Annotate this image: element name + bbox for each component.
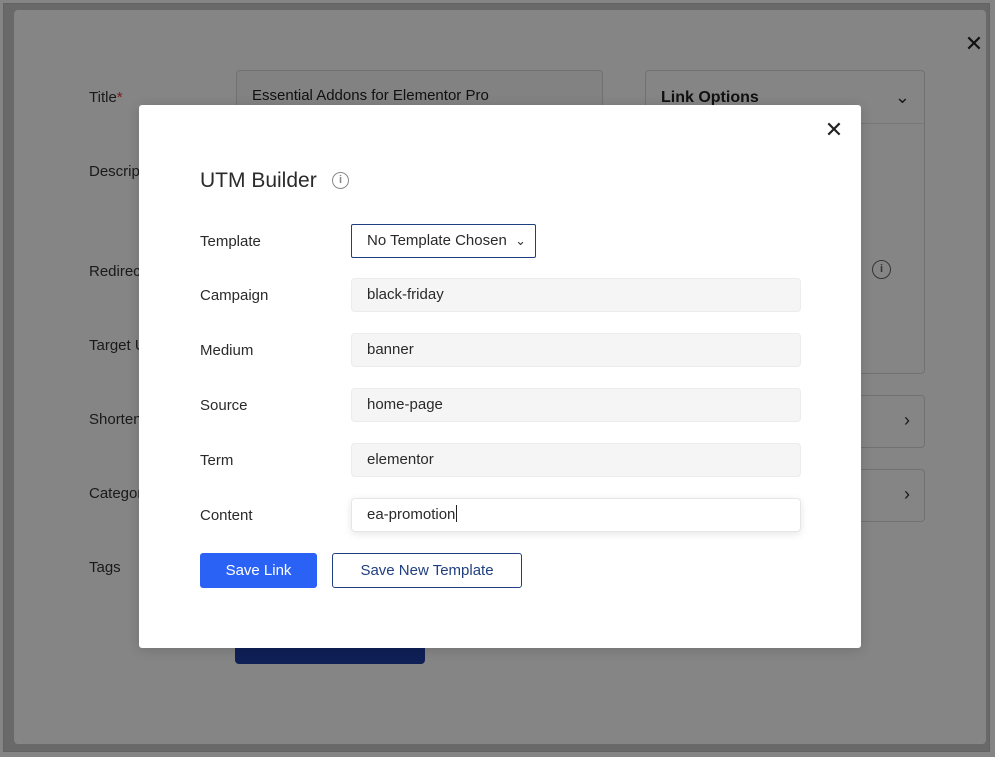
template-select-value: No Template Chosen [367,232,507,249]
content-input[interactable]: ea-promotion [351,498,801,532]
utm-builder-modal: ✕ UTM Builder i Template No Template Cho… [139,105,861,648]
template-label: Template [200,233,261,250]
source-label: Source [200,397,248,414]
close-icon[interactable]: ✕ [823,119,845,141]
info-icon[interactable]: i [332,172,349,189]
modal-title: UTM Builder [200,169,317,192]
screenshot-frame: ✕ Title* Essential Addons for Elementor … [0,0,995,757]
source-input[interactable]: home-page [351,388,801,422]
chevron-down-icon: ⌄ [515,233,526,248]
save-new-template-button[interactable]: Save New Template [332,553,522,588]
campaign-input[interactable]: black-friday [351,278,801,312]
text-caret [456,505,458,522]
medium-input[interactable]: banner [351,333,801,367]
medium-label: Medium [200,342,254,359]
campaign-label: Campaign [200,287,269,304]
term-label: Term [200,452,234,469]
content-input-value: ea-promotion [367,506,456,523]
term-input[interactable]: elementor [351,443,801,477]
template-select[interactable]: No Template Chosen ⌄ [351,224,536,258]
save-link-button[interactable]: Save Link [200,553,317,588]
content-label: Content [200,507,253,524]
